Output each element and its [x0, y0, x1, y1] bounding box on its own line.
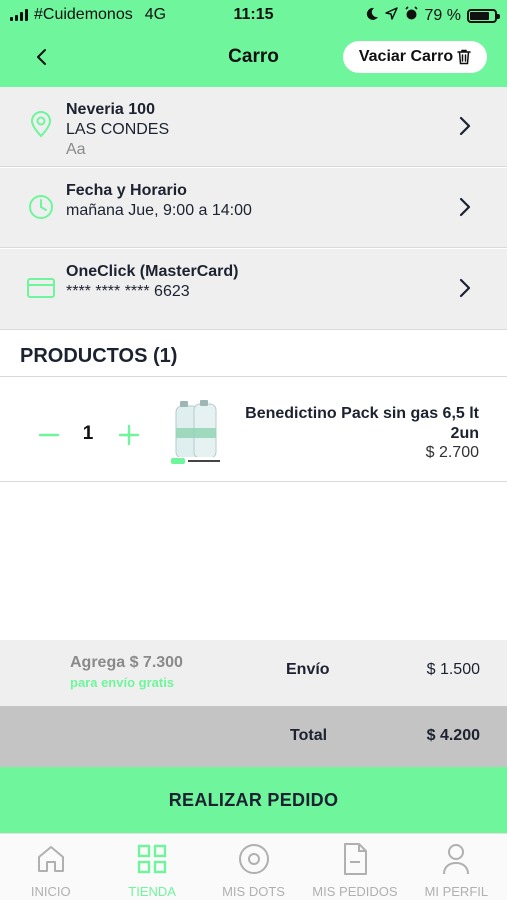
chevron-right-icon	[457, 194, 473, 220]
battery-icon	[467, 9, 500, 23]
divider	[0, 481, 507, 482]
status-bar: #Cuidemonos 4G 11:15 79 %	[0, 0, 507, 32]
trash-icon	[457, 49, 471, 65]
tab-label: TIENDA	[128, 884, 176, 899]
chevron-right-icon	[457, 113, 473, 139]
schedule-label: Fecha y Horario	[66, 182, 187, 199]
tab-mi-perfil[interactable]: MI PERFIL	[406, 834, 507, 900]
header-bar: #Cuidemonos 4G 11:15 79 % Carro Vaciar C…	[0, 0, 507, 87]
divider	[0, 376, 507, 377]
user-icon	[406, 842, 507, 876]
tab-inicio[interactable]: INICIO	[0, 834, 101, 900]
tab-label: MIS PEDIDOS	[312, 884, 398, 899]
delivery-address-row[interactable]: Neveria 100 LAS CONDES Aa	[0, 87, 507, 167]
grid-icon	[101, 842, 202, 876]
payment-text: OneClick (MasterCard) **** **** **** 662…	[66, 262, 239, 302]
commune: LAS CONDES	[66, 121, 170, 138]
address-note: Aa	[66, 141, 86, 158]
shipping-row: Agrega $ 7.300 para envío gratis Envío $…	[0, 640, 507, 706]
plus-icon	[119, 425, 139, 445]
location-pin-icon	[26, 109, 56, 139]
product-name: Benedictino Pack sin gas 6,5 lt 2un	[245, 405, 479, 442]
place-order-button[interactable]: REALIZAR PEDIDO	[0, 767, 507, 833]
schedule-row[interactable]: Fecha y Horario mañana Jue, 9:00 a 14:00	[0, 168, 507, 248]
tab-mis-dots[interactable]: MIS DOTS	[203, 834, 304, 900]
shipping-label: Envío	[286, 661, 330, 678]
location-arrow-icon	[384, 7, 398, 25]
quantity-value: 1	[82, 423, 94, 444]
clear-cart-button[interactable]: Vaciar Carro	[343, 41, 487, 73]
product-image	[170, 400, 224, 466]
free-shipping-note: para envío gratis	[70, 675, 175, 690]
home-icon	[0, 842, 101, 876]
schedule-text: Fecha y Horario mañana Jue, 9:00 a 14:00	[66, 181, 252, 221]
free-shipping-amount: Agrega $ 7.300	[70, 654, 183, 671]
tab-label: MIS DOTS	[222, 884, 285, 899]
total-value: $ 4.200	[426, 727, 480, 744]
tab-tienda[interactable]: TIENDA	[101, 834, 202, 900]
delivery-address-text: Neveria 100 LAS CONDES Aa	[66, 100, 169, 160]
chevron-right-icon	[457, 275, 473, 301]
moon-icon	[365, 7, 379, 26]
bottom-tab-bar: INICIO TIENDA MIS DOTS MIS PEDIDOS MI PE…	[0, 833, 507, 900]
tab-label: INICIO	[30, 884, 71, 899]
minus-icon	[39, 433, 59, 437]
credit-card-icon	[26, 273, 56, 303]
decrease-quantity-button[interactable]	[38, 418, 60, 452]
products-heading: PRODUCTOS (1)	[20, 345, 178, 367]
payment-method: OneClick (MasterCard)	[66, 263, 239, 280]
battery-percent: 79 %	[424, 7, 461, 24]
payment-row[interactable]: OneClick (MasterCard) **** **** **** 662…	[0, 249, 507, 330]
clear-cart-label: Vaciar Carro	[358, 48, 454, 65]
card-number: **** **** **** 6623	[66, 283, 190, 300]
total-label: Total	[290, 727, 328, 744]
schedule-value: mañana Jue, 9:00 a 14:00	[66, 202, 252, 219]
status-right: 79 %	[365, 6, 500, 26]
shipping-value: $ 1.500	[426, 661, 480, 678]
total-row: Total $ 4.200	[0, 706, 507, 767]
clock-icon	[26, 192, 56, 222]
product-price: $ 2.700	[425, 444, 479, 461]
dots-icon	[203, 842, 304, 876]
tab-label: MI PERFIL	[424, 884, 489, 899]
increase-quantity-button[interactable]	[118, 418, 140, 452]
tab-mis-pedidos[interactable]: MIS PEDIDOS	[304, 834, 405, 900]
alarm-icon	[404, 6, 419, 26]
document-icon	[304, 842, 405, 876]
store-name: Neveria 100	[66, 101, 155, 118]
